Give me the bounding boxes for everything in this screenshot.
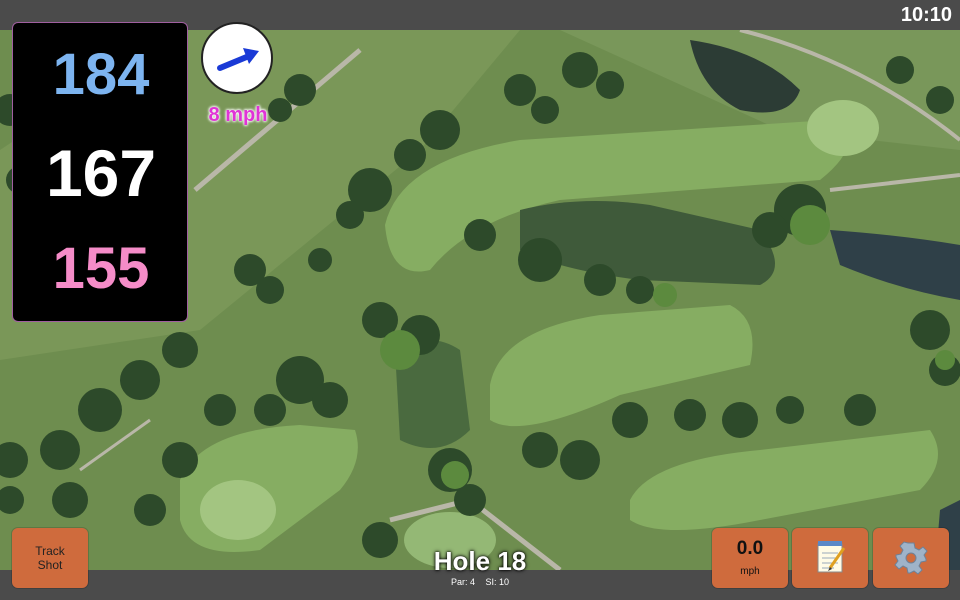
track-label-line2: Shot: [37, 558, 63, 572]
wind-arrow-icon: [217, 48, 259, 71]
hole-stroke-index: SI: 10: [485, 577, 510, 587]
gear-icon: [894, 541, 928, 575]
track-shot-label: Track Shot: [12, 544, 88, 572]
speed-value: 0.0: [736, 538, 764, 559]
track-shot-button[interactable]: Track Shot: [12, 528, 88, 588]
notepad-icon: [817, 541, 846, 573]
distance-panel: 184 167 155: [12, 22, 188, 322]
track-label-line1: Track: [35, 544, 65, 558]
back-distance: 184: [52, 42, 150, 107]
settings-button[interactable]: [873, 528, 949, 588]
speed-button[interactable]: 0.0 mph: [712, 528, 788, 588]
wind-direction-dial: [201, 22, 273, 94]
hole-info: Par: 4 SI: 10: [380, 577, 580, 587]
notes-button[interactable]: [792, 528, 868, 588]
speed-unit: mph: [740, 566, 760, 577]
front-distance: 155: [52, 236, 150, 301]
middle-distance: 167: [45, 136, 157, 210]
hole-par: Par: 4: [450, 577, 475, 587]
clock: 10:10: [900, 4, 952, 26]
wind-speed: 8 mph: [208, 104, 268, 126]
hole-title: Hole 18: [433, 546, 527, 576]
